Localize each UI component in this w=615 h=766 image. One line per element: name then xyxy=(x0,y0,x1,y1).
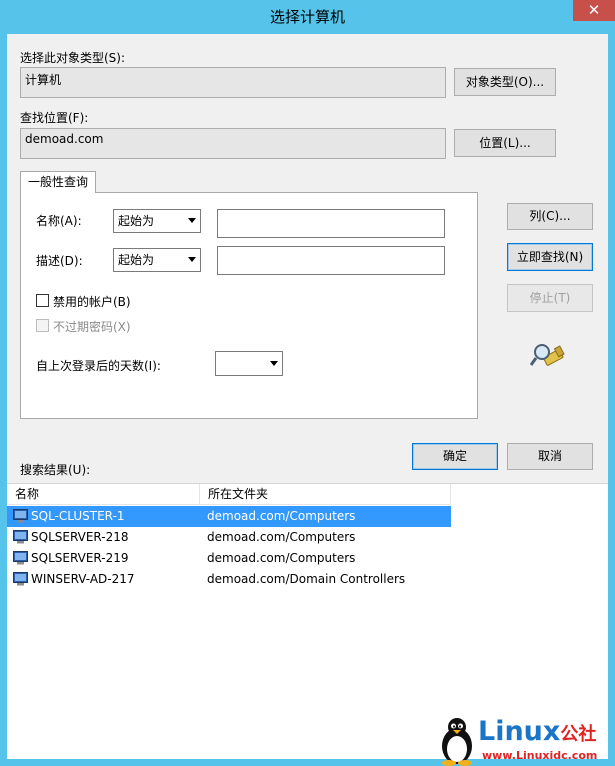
close-button[interactable]: ✕ xyxy=(573,0,615,21)
search-results-label: 搜索结果(U): xyxy=(20,463,91,477)
non-expiring-password-label: 不过期密码(X) xyxy=(53,320,131,334)
tab-general-query[interactable]: 一般性查询 xyxy=(20,171,96,193)
row-folder: demoad.com/Domain Controllers xyxy=(207,572,406,586)
ok-button[interactable]: 确定 xyxy=(412,443,498,470)
dialog-client: 选择此对象类型(S): 计算机 对象类型(O)... 查找位置(F): demo… xyxy=(7,34,608,759)
row-name: WINSERV-AD-217 xyxy=(31,572,135,586)
watermark-logo: Linux公社 www.Linuxidc.com xyxy=(438,716,610,766)
title-bar: 选择计算机 ✕ xyxy=(0,0,615,34)
watermark-title: Linux公社 xyxy=(478,716,596,747)
disabled-accounts-label: 禁用的帐户(B) xyxy=(53,295,131,309)
chevron-down-icon xyxy=(188,218,196,223)
column-header-folder[interactable]: 所在文件夹 xyxy=(200,484,451,505)
stop-button[interactable]: 停止(T) xyxy=(507,284,593,312)
cancel-button[interactable]: 取消 xyxy=(507,443,593,470)
table-row[interactable]: SQL-CLUSTER-1 demoad.com/Computers xyxy=(7,506,451,527)
row-folder: demoad.com/Computers xyxy=(207,530,356,544)
search-flashlight-icon xyxy=(530,344,565,366)
days-since-login-select[interactable] xyxy=(215,351,283,376)
description-label: 描述(D): xyxy=(36,254,83,268)
chevron-down-icon xyxy=(188,257,196,262)
computer-icon xyxy=(13,572,28,586)
column-header-name[interactable]: 名称 xyxy=(7,484,200,505)
name-match-value: 起始为 xyxy=(118,214,155,228)
row-folder: demoad.com/Computers xyxy=(207,551,356,565)
disabled-accounts-checkbox[interactable] xyxy=(36,294,49,307)
description-input[interactable] xyxy=(217,246,445,275)
row-folder: demoad.com/Computers xyxy=(207,509,356,523)
table-row[interactable]: WINSERV-AD-217 demoad.com/Domain Control… xyxy=(7,569,451,590)
description-match-select[interactable]: 起始为 xyxy=(113,248,201,272)
object-type-label: 选择此对象类型(S): xyxy=(20,51,126,65)
row-name: SQLSERVER-218 xyxy=(31,530,129,544)
description-match-value: 起始为 xyxy=(118,253,155,267)
object-types-button[interactable]: 对象类型(O)... xyxy=(454,68,556,96)
computer-icon xyxy=(13,509,28,523)
location-label: 查找位置(F): xyxy=(20,111,89,125)
locations-button[interactable]: 位置(L)... xyxy=(454,129,556,157)
window-title: 选择计算机 xyxy=(269,8,345,26)
table-row[interactable]: SQLSERVER-219 demoad.com/Computers xyxy=(7,548,451,569)
computer-icon xyxy=(13,551,28,565)
object-type-field: 计算机 xyxy=(20,67,446,98)
row-name: SQLSERVER-219 xyxy=(31,551,129,565)
chevron-down-icon xyxy=(270,360,278,366)
watermark-brand: Linux xyxy=(478,716,561,747)
table-row[interactable]: SQLSERVER-218 demoad.com/Computers xyxy=(7,527,451,548)
non-expiring-password-checkbox[interactable] xyxy=(36,319,49,332)
name-match-select[interactable]: 起始为 xyxy=(113,209,201,233)
tux-penguin-icon xyxy=(442,718,472,766)
name-label: 名称(A): xyxy=(36,214,82,228)
days-since-login-label: 自上次登录后的天数(I): xyxy=(36,359,161,373)
computer-icon xyxy=(13,530,28,544)
watermark-url: www.Linuxidc.com xyxy=(482,749,598,762)
row-name: SQL-CLUSTER-1 xyxy=(31,509,125,523)
find-now-button[interactable]: 立即查找(N) xyxy=(507,243,593,271)
columns-button[interactable]: 列(C)... xyxy=(507,203,593,230)
general-query-panel: 名称(A): 起始为 描述(D): 起始为 禁用的帐户(B) 不过期密码(X) … xyxy=(20,192,478,419)
name-input[interactable] xyxy=(217,209,445,238)
close-icon: ✕ xyxy=(587,1,601,19)
watermark-suffix: 公社 xyxy=(560,724,597,745)
location-field: demoad.com xyxy=(20,128,446,159)
